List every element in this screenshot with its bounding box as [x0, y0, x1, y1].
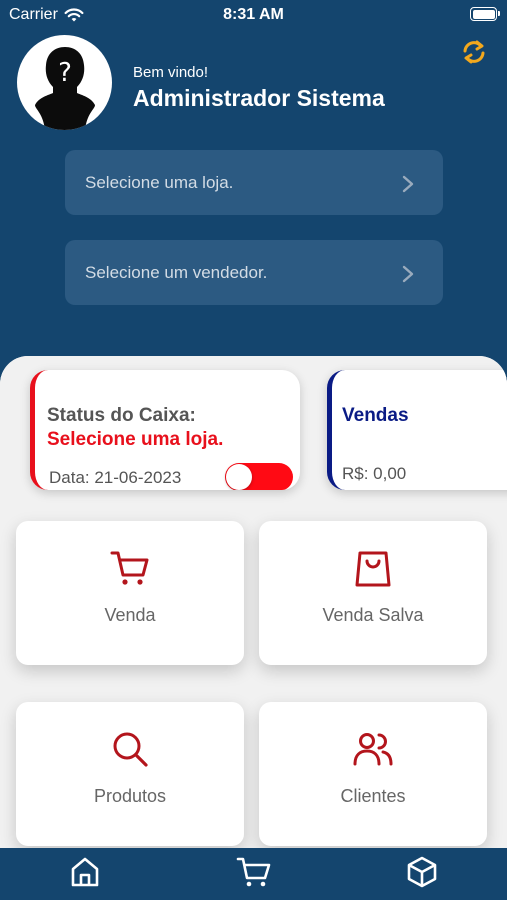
refresh-icon[interactable]: [459, 37, 489, 67]
produtos-label: Produtos: [93, 786, 167, 806]
venda-salva-button[interactable]: Venda Salva: [259, 521, 487, 665]
venda-button[interactable]: Venda: [16, 521, 244, 665]
box-icon: [407, 856, 437, 888]
clientes-button[interactable]: Clientes: [259, 702, 487, 846]
cash-date: Data: 21-06-2023: [49, 468, 182, 487]
home-icon: [71, 857, 99, 887]
bottom-nav: [0, 848, 507, 900]
cash-status-title: Status do Caixa:: [47, 405, 196, 426]
chevron-right-icon: [402, 265, 414, 283]
cash-status-value: Selecione uma loja.: [47, 429, 224, 450]
seller-select[interactable]: Selecione um vendedor.: [65, 240, 443, 305]
clientes-label: Clientes: [340, 786, 406, 806]
status-bar: Carrier 8:31 AM: [0, 0, 507, 30]
sales-title: Vendas: [342, 405, 409, 426]
sales-card: Vendas R$: 0,00: [327, 370, 507, 490]
cart-icon: [236, 857, 271, 887]
clock: 8:31 AM: [223, 6, 284, 23]
summary-cards-strip[interactable]: Status do Caixa: Selecione uma loja. Dat…: [0, 356, 507, 490]
cash-toggle[interactable]: [225, 463, 293, 490]
produtos-button[interactable]: Produtos: [16, 702, 244, 846]
content-panel: Status do Caixa: Selecione uma loja. Dat…: [0, 356, 507, 848]
users-icon: [353, 733, 393, 766]
user-name: Administrador Sistema: [133, 85, 385, 111]
sales-value: R$: 0,00: [342, 464, 407, 483]
search-icon: [113, 732, 148, 767]
avatar: ?: [17, 35, 112, 130]
user-silhouette-icon: ?: [35, 47, 95, 130]
toggle-knob: [226, 464, 252, 490]
nav-home[interactable]: [67, 854, 103, 890]
battery-icon: [470, 7, 500, 21]
nav-cart[interactable]: [236, 854, 272, 890]
greeting-text: Bem vindo!: [133, 64, 209, 81]
venda-salva-label: Venda Salva: [322, 605, 424, 625]
cart-icon: [110, 551, 149, 585]
venda-label: Venda: [104, 605, 156, 625]
seller-select-label: Selecione um vendedor.: [85, 262, 268, 282]
store-select-label: Selecione uma loja.: [85, 172, 234, 192]
shopping-bag-icon: [355, 551, 391, 587]
store-select[interactable]: Selecione uma loja.: [65, 150, 443, 215]
chevron-right-icon: [402, 175, 414, 193]
svg-text:?: ?: [58, 58, 72, 88]
cash-status-card: Status do Caixa: Selecione uma loja. Dat…: [30, 370, 300, 490]
nav-box[interactable]: [404, 854, 440, 890]
